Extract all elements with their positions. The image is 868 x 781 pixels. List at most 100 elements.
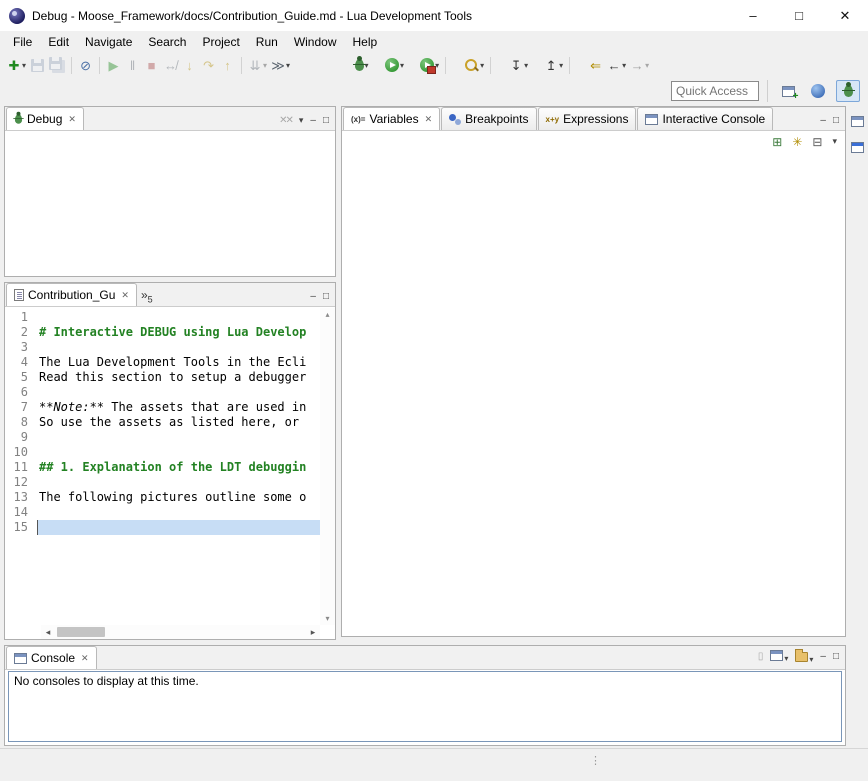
editor-line[interactable]: 1: [5, 310, 320, 325]
disconnect-button[interactable]: ↮: [161, 55, 180, 76]
show-type-names-button[interactable]: ⊞: [772, 135, 782, 149]
editor-line[interactable]: 14: [5, 505, 320, 520]
display-selected-console-button[interactable]: [770, 650, 788, 664]
console-maximize-button[interactable]: □: [833, 652, 839, 662]
variables-view-menu-icon[interactable]: ▾: [832, 136, 837, 147]
editor-maximize-button[interactable]: □: [323, 292, 329, 302]
line-number[interactable]: 6: [5, 385, 37, 400]
remove-all-terminated-button[interactable]: ✕✕: [279, 116, 292, 126]
line-number[interactable]: 10: [5, 445, 37, 460]
menu-window[interactable]: Window: [286, 33, 345, 51]
scroll-right-icon[interactable]: ▸: [306, 627, 320, 638]
editor-line[interactable]: 5Read this section to setup a debugger: [5, 370, 320, 385]
outline-view-button[interactable]: [849, 138, 867, 156]
scroll-down-icon[interactable]: ▾: [325, 614, 329, 623]
line-number[interactable]: 14: [5, 505, 37, 520]
tab-console-close-icon[interactable]: ✕: [81, 653, 89, 664]
suspend-button[interactable]: ‖: [123, 55, 142, 76]
debug-button[interactable]: [352, 55, 371, 76]
editor-line[interactable]: 11## 1. Explanation of the LDT debuggin: [5, 460, 320, 475]
console-minimize-button[interactable]: –: [820, 652, 826, 662]
maximize-button[interactable]: □: [776, 0, 822, 31]
tab-variables-close-icon[interactable]: ✕: [425, 114, 433, 125]
scroll-up-icon[interactable]: ▴: [325, 310, 329, 319]
debug-view-content[interactable]: [5, 132, 335, 276]
open-console-button[interactable]: [795, 649, 813, 665]
line-number[interactable]: 2: [5, 325, 37, 340]
line-number[interactable]: 12: [5, 475, 37, 490]
previous-annotation-button[interactable]: ↥: [542, 55, 565, 76]
hscroll-track[interactable]: [55, 627, 306, 637]
editor-line[interactable]: 13The following pictures outline some o: [5, 490, 320, 505]
menu-navigate[interactable]: Navigate: [77, 33, 140, 51]
line-number[interactable]: 9: [5, 430, 37, 445]
tab-contribution-guide[interactable]: Contribution_Gu ✕: [6, 283, 137, 306]
variables-minimize-button[interactable]: –: [820, 116, 826, 126]
last-edit-location-button[interactable]: ⇐: [586, 55, 605, 76]
line-number[interactable]: 11: [5, 460, 37, 475]
tab-expressions[interactable]: x+y Expressions: [538, 107, 637, 130]
save-button[interactable]: [28, 55, 47, 76]
console-content[interactable]: No consoles to display at this time.: [8, 671, 842, 742]
tab-variables[interactable]: (x)= Variables ✕: [343, 107, 440, 130]
editor-line[interactable]: 10: [5, 445, 320, 460]
line-number[interactable]: 5: [5, 370, 37, 385]
terminate-button[interactable]: ■: [142, 55, 161, 76]
new-button[interactable]: ✚: [5, 55, 28, 76]
line-number[interactable]: 15: [5, 520, 37, 535]
status-drag-handle-icon[interactable]: ⋮: [590, 754, 601, 767]
show-logical-structures-button[interactable]: ✳: [792, 135, 802, 149]
restore-view-button[interactable]: [849, 112, 867, 130]
editor-vertical-scrollbar[interactable]: ▴ ▾: [320, 308, 335, 625]
open-perspective-button[interactable]: [776, 80, 800, 102]
debug-view-minimize-button[interactable]: –: [310, 116, 316, 126]
menu-help[interactable]: Help: [345, 33, 386, 51]
debug-view-menu-icon[interactable]: ▾: [299, 115, 304, 126]
editor-line[interactable]: 12: [5, 475, 320, 490]
use-step-filters-button[interactable]: ≫: [269, 55, 292, 76]
close-button[interactable]: ✕: [822, 0, 868, 31]
collapse-all-button[interactable]: ⊟: [812, 135, 822, 149]
editor-line[interactable]: 3: [5, 340, 320, 355]
editor-current-line[interactable]: 15: [5, 520, 320, 535]
hscroll-thumb[interactable]: [57, 627, 105, 637]
tab-console[interactable]: Console ✕: [6, 646, 97, 669]
back-button[interactable]: ←: [605, 55, 628, 76]
editor-horizontal-scrollbar[interactable]: ◂ ▸: [41, 625, 320, 639]
editor-line[interactable]: 7**Note:** The assets that are used in: [5, 400, 320, 415]
line-number[interactable]: 8: [5, 415, 37, 430]
pin-console-button[interactable]: ▯: [758, 652, 764, 662]
minimize-button[interactable]: –: [730, 0, 776, 31]
save-all-button[interactable]: [47, 55, 67, 76]
tab-contribution-guide-close-icon[interactable]: ✕: [121, 290, 129, 301]
resume-button[interactable]: ▶: [104, 55, 123, 76]
menu-project[interactable]: Project: [194, 33, 247, 51]
run-button[interactable]: [383, 55, 406, 76]
variables-maximize-button[interactable]: □: [833, 116, 839, 126]
editor-overflow-chevron[interactable]: »5: [137, 288, 157, 306]
debug-view-maximize-button[interactable]: □: [323, 116, 329, 126]
next-annotation-button[interactable]: ↧: [507, 55, 530, 76]
editor-line[interactable]: 6: [5, 385, 320, 400]
menu-run[interactable]: Run: [248, 33, 286, 51]
variables-view-content[interactable]: [342, 153, 845, 636]
menu-file[interactable]: File: [5, 33, 40, 51]
line-number[interactable]: 4: [5, 355, 37, 370]
external-tools-button[interactable]: [418, 55, 441, 76]
step-return-button[interactable]: ↑: [218, 55, 237, 76]
menu-edit[interactable]: Edit: [40, 33, 77, 51]
line-number[interactable]: 1: [5, 310, 37, 325]
editor-line[interactable]: 8So use the assets as listed here, or: [5, 415, 320, 430]
step-over-button[interactable]: ↷: [199, 55, 218, 76]
editor-minimize-button[interactable]: –: [310, 292, 316, 302]
tab-debug[interactable]: Debug ✕: [6, 107, 84, 130]
menu-search[interactable]: Search: [140, 33, 194, 51]
line-number[interactable]: 7: [5, 400, 37, 415]
debug-perspective-button[interactable]: [836, 80, 860, 102]
line-number[interactable]: 13: [5, 490, 37, 505]
editor-line[interactable]: 9: [5, 430, 320, 445]
ldt-perspective-button[interactable]: [806, 80, 830, 102]
scroll-left-icon[interactable]: ◂: [41, 627, 55, 638]
forward-button[interactable]: →: [628, 55, 651, 76]
skip-all-breakpoints-button[interactable]: ⊘: [76, 55, 95, 76]
